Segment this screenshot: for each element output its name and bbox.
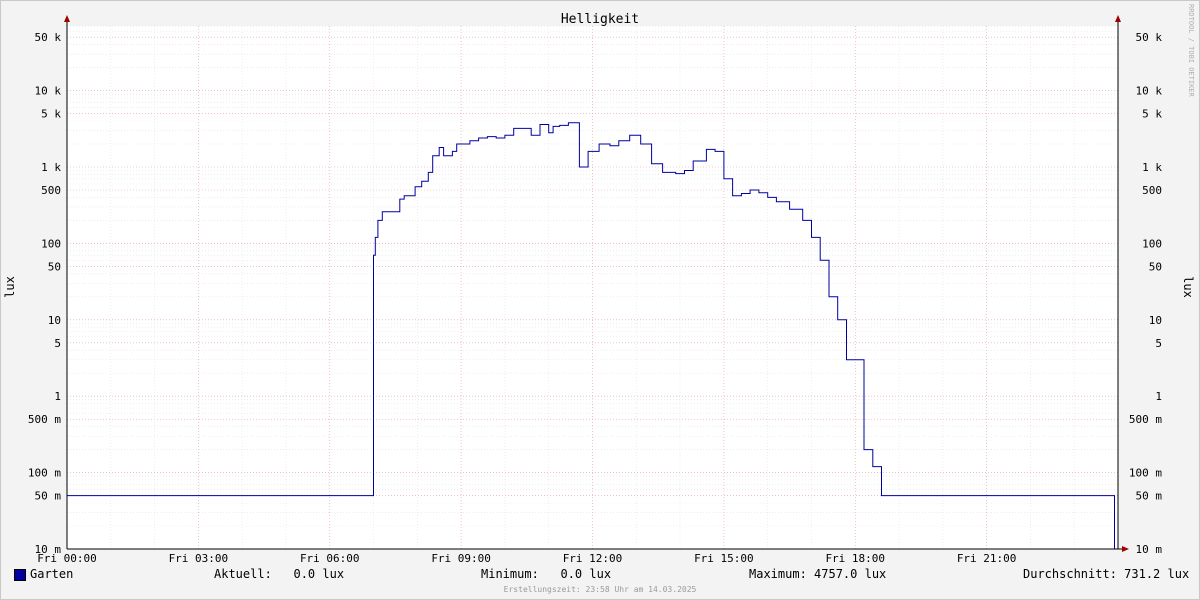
y-tick-label-left: 50 k	[35, 31, 62, 44]
legend-minimum: Minimum: 0.0 lux	[481, 567, 612, 581]
x-tick-label: Fri 21:00	[957, 552, 1017, 565]
x-axis-arrow	[1122, 546, 1129, 552]
y-tick-label-right: 10 m	[1136, 543, 1163, 556]
legend-maximum: Maximum: 4757.0 lux	[749, 567, 887, 581]
y-tick-label-right: 5	[1155, 337, 1162, 350]
brightness-chart: 10 m 10 m50 m 50 m100 m 100 m500 m 500 m1 15 5…	[3, 4, 1195, 565]
y-tick-label-left: 10	[48, 314, 61, 327]
y-tick-label-right: 500 m	[1129, 413, 1162, 426]
y-tick-label-left: 1	[54, 390, 61, 403]
y-tick-label-right: 1	[1155, 390, 1162, 403]
y-tick-label-right: 100 m	[1129, 467, 1162, 480]
x-tick-label: Fri 03:00	[169, 552, 229, 565]
watermark: RRDTOOL / TOBI OETIKER	[1187, 4, 1195, 98]
y-tick-label-right: 100	[1142, 237, 1162, 250]
y-tick-label-left: 100 m	[28, 467, 61, 480]
y-tick-label-left: 5 k	[41, 108, 61, 121]
y-tick-label-right: 50	[1149, 260, 1162, 273]
y-tick-label-left: 50	[48, 260, 61, 273]
y-tick-label-left: 500	[41, 184, 61, 197]
y-tick-label-right: 50 k	[1136, 31, 1163, 44]
y-tick-label-left: 500 m	[28, 413, 61, 426]
y-tick-label-left: 5	[54, 337, 61, 350]
y-tick-label-left: 100	[41, 237, 61, 250]
y-tick-label-right: 10 k	[1136, 85, 1163, 98]
legend-aktuell: Aktuell: 0.0 lux	[214, 567, 345, 581]
y-tick-label-left: 50 m	[35, 490, 62, 503]
y-axis-label-right: lux	[1181, 276, 1195, 298]
x-tick-label: Fri 12:00	[563, 552, 623, 565]
x-tick-label: Fri 18:00	[825, 552, 885, 565]
legend-swatch-garten	[14, 569, 26, 581]
x-tick-label: Fri 06:00	[300, 552, 360, 565]
chart-title: Helligkeit	[561, 12, 639, 27]
y-tick-label-left: 10 k	[35, 85, 62, 98]
legend-durchschnitt: Durchschnitt: 731.2 lux	[1023, 567, 1190, 581]
y-axis-arrow-right	[1115, 15, 1121, 22]
y-tick-label-right: 1 k	[1142, 161, 1162, 174]
legend-series-label: Garten	[30, 567, 74, 581]
y-tick-label-right: 50 m	[1136, 490, 1163, 503]
y-axis-arrow-left	[64, 15, 70, 22]
y-tick-label-left: 1 k	[41, 161, 61, 174]
x-tick-label: Fri 00:00	[37, 552, 97, 565]
y-tick-label-right: 10	[1149, 314, 1162, 327]
y-tick-label-right: 5 k	[1142, 108, 1162, 121]
footer-timestamp: Erstellungszeit: 23:58 Uhr am 14.03.2025	[503, 585, 697, 594]
x-tick-label: Fri 15:00	[694, 552, 754, 565]
x-tick-label: Fri 09:00	[431, 552, 491, 565]
y-tick-label-right: 500	[1142, 184, 1162, 197]
y-axis-label-left: lux	[3, 276, 17, 298]
